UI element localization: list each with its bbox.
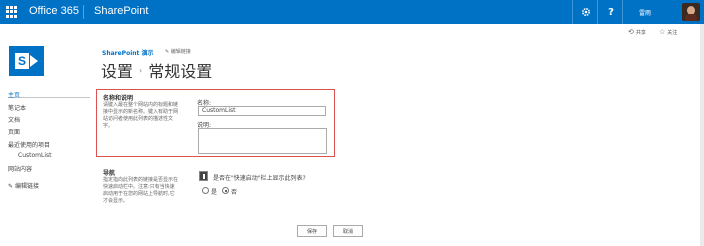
star-icon: ☆ (659, 28, 666, 36)
app-name[interactable]: SharePoint (94, 5, 148, 17)
share-label: 共享 (635, 29, 646, 36)
edit-links-top[interactable]: ✎ 编辑链接 (165, 48, 191, 55)
gear-icon[interactable] (575, 0, 597, 24)
follow-button[interactable]: ☆ 关注 (659, 28, 677, 36)
name-section-heading: 名称和说明 (103, 95, 134, 102)
page-title-text: 常规设置 (148, 62, 213, 81)
scrollbar[interactable] (700, 24, 704, 246)
save-button[interactable]: 保存 (297, 225, 327, 237)
logo-arrow (30, 55, 38, 67)
nav-item-customlist[interactable]: CustomList (18, 152, 51, 159)
site-title[interactable]: SharePoint 演示 (102, 48, 153, 57)
suite-divider (83, 5, 84, 19)
nav-item-site-contents[interactable]: 网站内容 (8, 164, 32, 173)
nav-section-description: 指定指向此列表的链接是否显示在快速启动栏中。注意:只有当快速启动用于在您的网站上… (103, 177, 179, 204)
nav-item-home[interactable]: 主页 (8, 90, 20, 99)
radio-no[interactable] (222, 187, 229, 194)
name-section-description: 请键入最在整个网站内的标题和链接中显示的新名称。键入有助于网站访问者使用此列表的… (103, 102, 179, 129)
share-icon: ⟲ (628, 28, 634, 36)
nav-item-recent[interactable]: 最近使用的项目 (8, 140, 50, 149)
nav-section-heading: 导航 (103, 170, 116, 177)
breadcrumb-parent[interactable]: 设置 (101, 58, 133, 82)
suite-divider (597, 0, 598, 24)
share-button[interactable]: ⟲ 共享 (628, 28, 646, 36)
cancel-button[interactable]: 取消 (333, 225, 363, 237)
page-title: 设置 › 常规设置 (101, 58, 212, 82)
radio-yes-label: 是 (211, 189, 218, 196)
avatar[interactable] (682, 3, 700, 21)
name-input[interactable]: CustomList (198, 106, 326, 116)
app-launcher-icon[interactable] (6, 6, 18, 18)
nav-active-divider (8, 97, 90, 98)
edit-links-label: 编辑链接 (170, 49, 191, 55)
radio-yes[interactable] (202, 187, 209, 194)
office365-brand[interactable]: Office 365 (29, 5, 79, 17)
nav-edit-links[interactable]: ✎ 编辑链接 (8, 181, 39, 190)
radio-no-label: 否 (231, 189, 238, 196)
description-textarea[interactable] (198, 128, 327, 154)
pencil-icon: ✎ (8, 183, 14, 190)
follow-label: 关注 (667, 29, 678, 36)
sharepoint-logo[interactable]: S (9, 46, 44, 76)
question-icon[interactable]: ? (600, 0, 622, 24)
user-name[interactable]: 雷雨 (639, 8, 651, 17)
nav-item-notebook[interactable]: 笔记本 (8, 103, 26, 112)
nav-item-pages[interactable]: 页面 (8, 127, 20, 136)
quick-launch-toggle-icon (199, 171, 208, 181)
suite-divider (622, 0, 623, 24)
quick-launch-question: 是否在"快速启动"栏上显示此列表? (213, 175, 306, 182)
nav-item-documents[interactable]: 文档 (8, 115, 20, 124)
suite-divider (572, 0, 573, 24)
nav-edit-links-label: 编辑链接 (14, 183, 39, 190)
logo-letter: S (15, 53, 29, 69)
breadcrumb-separator: › (139, 65, 143, 75)
suite-bar: Office 365 SharePoint ? 雷雨 (0, 0, 704, 24)
pencil-icon: ✎ (165, 49, 170, 55)
